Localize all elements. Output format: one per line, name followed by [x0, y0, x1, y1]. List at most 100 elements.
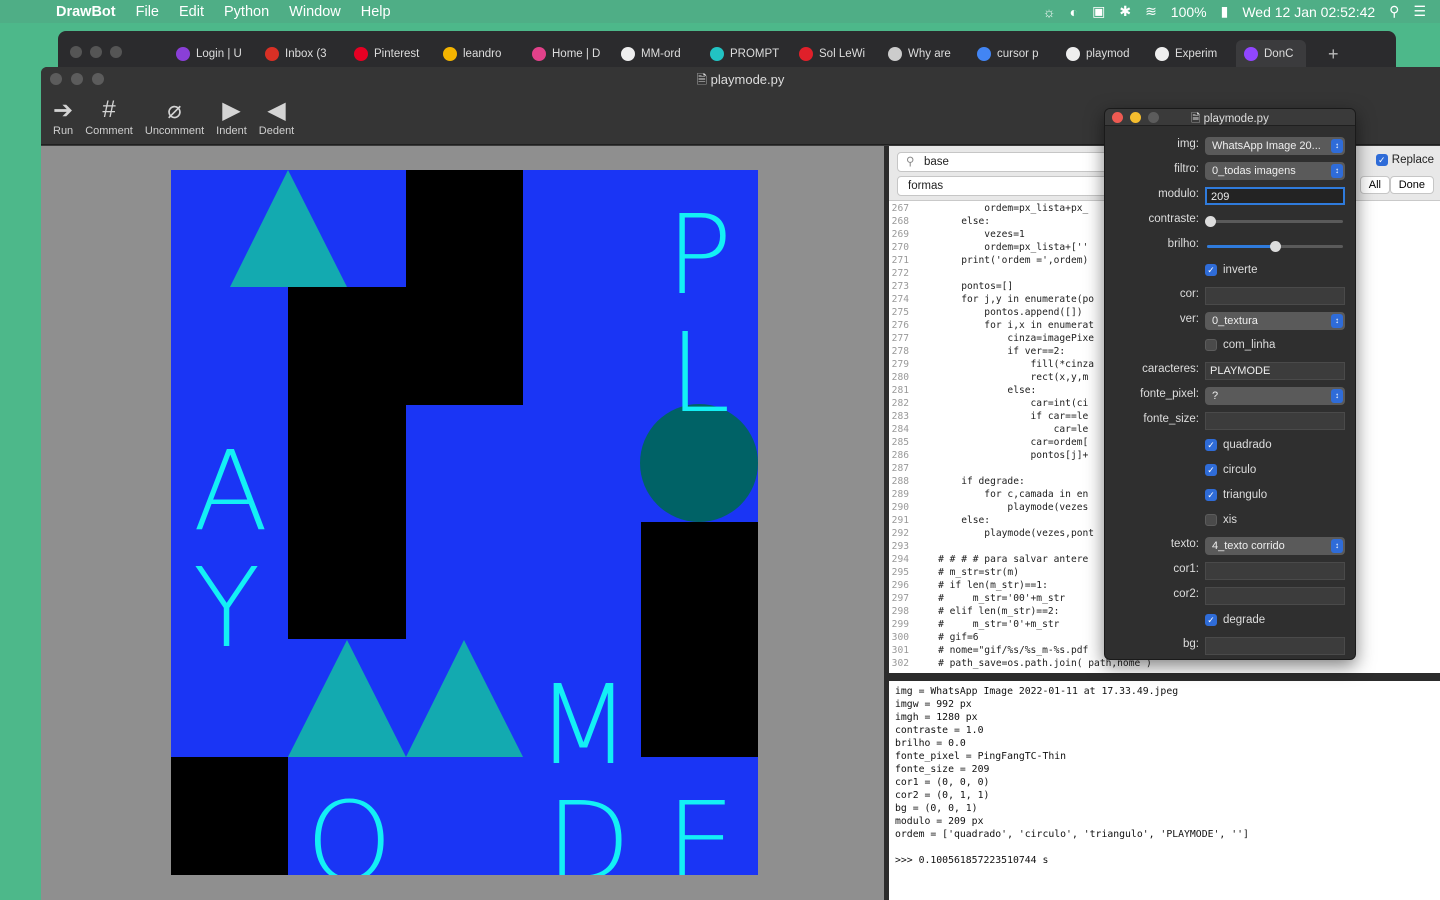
filtro-select[interactable]: 0_todas imagens ↕ [1205, 162, 1345, 180]
row-texto: texto: 4_texto corrido ↕ [1105, 535, 1355, 557]
img-select[interactable]: WhatsApp Image 20... ↕ [1205, 137, 1345, 155]
square-shape [347, 287, 406, 405]
line-source: # if len(m_str)==1: [915, 580, 1048, 591]
degrade-checkbox[interactable]: ✓ degrade [1205, 614, 1265, 626]
python-file-icon: 🗎 [696, 72, 708, 87]
wifi-icon[interactable]: ≋ [1145, 3, 1157, 20]
browser-tab[interactable]: cursor p [969, 40, 1058, 68]
row-inverte: ✓ inverte [1105, 260, 1355, 282]
bluetooth-icon[interactable]: ✱ [1119, 3, 1131, 20]
tab-favicon-icon [710, 47, 724, 61]
tab-favicon-icon [354, 47, 368, 61]
xis-checkbox[interactable]: xis [1205, 514, 1237, 526]
line-number: 290 [891, 502, 909, 513]
menu-file[interactable]: File [126, 4, 169, 20]
line-number: 282 [891, 398, 909, 409]
line-number: 299 [891, 619, 909, 630]
row-degrade: ✓ degrade [1105, 610, 1355, 632]
row-bg: bg: [1105, 635, 1355, 657]
browser-tab[interactable]: Pinterest [346, 40, 435, 68]
brilho-slider[interactable] [1207, 241, 1343, 252]
tab-label: Experim [1175, 48, 1218, 60]
row-fonte-pixel: fonte_pixel: ? ↕ [1105, 385, 1355, 407]
browser-tab[interactable]: PROMPT [702, 40, 791, 68]
checkmark-icon: ✓ [1205, 614, 1217, 626]
replace-checkbox[interactable]: ✓ Replace [1375, 154, 1434, 166]
browser-tab[interactable]: leandro [435, 40, 524, 68]
com-linha-checkbox[interactable]: com_linha [1205, 339, 1275, 351]
ver-select[interactable]: 0_textura ↕ [1205, 312, 1345, 330]
line-source: rect(x,y,m [915, 372, 1089, 383]
canvas-area[interactable]: P L A Y M O D E [41, 146, 884, 900]
menu-edit[interactable]: Edit [169, 4, 214, 20]
comment-button[interactable]: # Comment [81, 95, 137, 137]
display-icon[interactable]: ▣ [1092, 3, 1105, 20]
line-number: 267 [891, 203, 909, 214]
checkmark-icon: ✓ [1205, 464, 1217, 476]
night-shift-icon[interactable]: ◐ [1070, 4, 1078, 20]
output-line: >>> 0.100561857223510744 s [895, 855, 1049, 866]
done-button[interactable]: Done [1389, 176, 1434, 194]
tab-label: PROMPT [730, 48, 780, 60]
output-line: ordem = ['quadrado', 'circulo', 'triangu… [895, 829, 1249, 840]
control-center-icon[interactable]: ☰ [1413, 3, 1426, 20]
browser-tab[interactable]: playmod [1058, 40, 1147, 68]
battery-percent[interactable]: 100% [1171, 4, 1207, 20]
caracteres-field[interactable]: PLAYMODE [1205, 362, 1345, 380]
replace-all-button[interactable]: All [1359, 176, 1390, 194]
run-button[interactable]: ➔ Run [49, 95, 77, 138]
line-source: if ver==2: [915, 346, 1066, 357]
browser-tab[interactable]: Why are [880, 40, 969, 68]
line-source: # nome="gif/%s/%s_m-%s.pdf [915, 645, 1089, 656]
triangle-shape [288, 640, 406, 757]
battery-icon[interactable]: ▮ [1221, 3, 1229, 20]
row-fonte-size: fonte_size: [1105, 410, 1355, 432]
cor2-label: cor2: [1173, 588, 1199, 600]
contraste-slider[interactable] [1204, 216, 1343, 227]
spotlight-icon[interactable]: ⚲ [1389, 3, 1399, 20]
cor1-field[interactable] [1205, 562, 1345, 580]
cor2-field[interactable] [1205, 587, 1345, 605]
browser-tab[interactable]: DonC [1236, 40, 1306, 68]
circulo-checkbox[interactable]: ✓ circulo [1205, 464, 1256, 476]
tab-favicon-icon [1066, 47, 1080, 61]
new-tab-icon[interactable]: + [1328, 44, 1339, 65]
quadrado-checkbox[interactable]: ✓ quadrado [1205, 439, 1272, 451]
fonte-pixel-select[interactable]: ? ↕ [1205, 387, 1345, 405]
line-number: 276 [891, 320, 909, 331]
panel-titlebar: 🗎 playmode.py [1105, 109, 1355, 126]
cor-field[interactable] [1205, 287, 1345, 305]
uncomment-button[interactable]: ⌀ Uncomment [141, 95, 208, 138]
line-number: 283 [891, 411, 909, 422]
menu-app[interactable]: DrawBot [40, 4, 126, 20]
browser-tab[interactable]: Login | U [168, 40, 257, 68]
checkmark-icon: ✓ [1375, 154, 1388, 166]
browser-tab[interactable]: Experim [1147, 40, 1236, 68]
output-console[interactable]: img = WhatsApp Image 2022-01-11 at 17.33… [889, 681, 1440, 900]
apple-icon[interactable] [18, 1, 40, 23]
fonte-size-field[interactable] [1205, 412, 1345, 430]
menu-window[interactable]: Window [279, 4, 351, 20]
dedent-button[interactable]: ◀ Dedent [255, 95, 298, 138]
browser-tab[interactable]: Inbox (3 [257, 40, 346, 68]
bg-field[interactable] [1205, 637, 1345, 655]
clock[interactable]: Wed 12 Jan 02:52:42 [1242, 4, 1375, 20]
inverte-checkbox[interactable]: ✓ inverte [1205, 264, 1258, 276]
creative-cloud-icon[interactable]: ☼ [1043, 4, 1056, 20]
row-cor: cor: [1105, 285, 1355, 307]
browser-tab[interactable]: Home | D [524, 40, 613, 68]
browser-tab[interactable]: Sol LeWi [791, 40, 880, 68]
browser-tab[interactable]: MM-ord [613, 40, 702, 68]
triangulo-checkbox[interactable]: ✓ triangulo [1205, 489, 1267, 501]
menu-help[interactable]: Help [351, 4, 401, 20]
line-number: 284 [891, 424, 909, 435]
line-number: 295 [891, 567, 909, 578]
indent-button[interactable]: ▶ Indent [212, 95, 251, 138]
menu-python[interactable]: Python [214, 4, 279, 20]
letter-o: O [306, 778, 393, 875]
horizontal-splitter[interactable] [889, 673, 1440, 681]
texto-select[interactable]: 4_texto corrido ↕ [1205, 537, 1345, 555]
tab-favicon-icon [265, 47, 279, 61]
modulo-field[interactable]: 209 [1205, 187, 1345, 205]
line-number: 275 [891, 307, 909, 318]
